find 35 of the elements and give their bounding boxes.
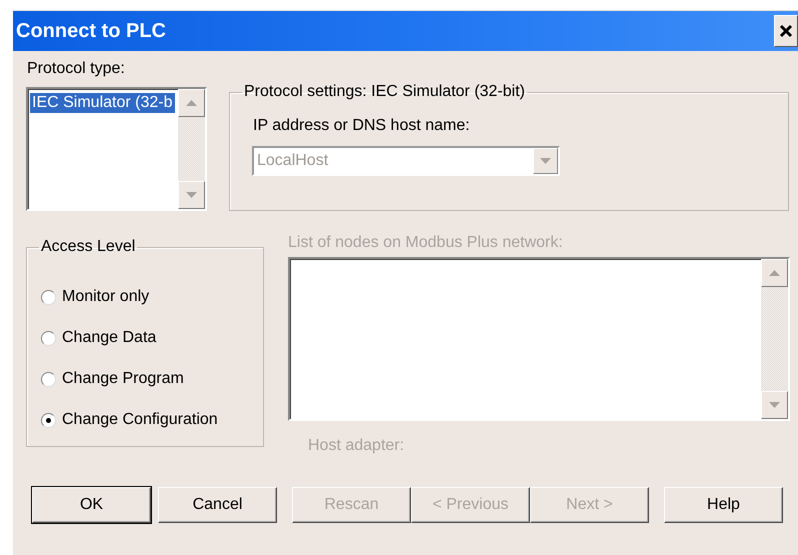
- down-arrow-icon: [769, 402, 780, 408]
- scroll-down-button[interactable]: [178, 181, 205, 209]
- up-arrow-icon: [186, 100, 197, 106]
- scroll-up-button[interactable]: [761, 259, 788, 287]
- radio-button[interactable]: [41, 412, 56, 428]
- dialog-button[interactable]: Cancel: [158, 487, 277, 523]
- field-label: Protocol type:: [26, 59, 126, 79]
- field-label: IP address or DNS host name:: [253, 116, 471, 136]
- radio-label[interactable]: Change Configuration: [62, 408, 218, 432]
- scroll-down-button[interactable]: [761, 391, 788, 419]
- scrollbar[interactable]: [761, 259, 788, 419]
- list-label: List of nodes on Modbus Plus network:: [288, 233, 564, 253]
- scroll-up-button[interactable]: [178, 89, 205, 117]
- scrollbar[interactable]: [178, 89, 205, 209]
- radio-button[interactable]: [41, 372, 56, 386]
- radio-label[interactable]: Monitor only: [62, 285, 150, 309]
- dialog-button[interactable]: Help: [664, 487, 783, 523]
- field-label: Host adapter:: [308, 436, 406, 456]
- up-arrow-icon: [769, 270, 780, 276]
- close-icon: [779, 24, 793, 38]
- group-title: Access Level: [40, 239, 136, 255]
- down-arrow-icon: [186, 192, 197, 198]
- list-item[interactable]: IEC Simulator (32-b: [30, 93, 174, 113]
- radio-button[interactable]: [41, 330, 56, 346]
- nodes-list[interactable]: [288, 257, 790, 421]
- down-arrow-icon: [540, 158, 551, 164]
- radio-label[interactable]: Change Program: [62, 367, 184, 391]
- dialog-button[interactable]: OK: [32, 487, 151, 523]
- protocol-list[interactable]: IEC Simulator (32-b: [26, 87, 207, 211]
- group-title: Protocol settings: IEC Simulator (32-bit): [243, 84, 526, 100]
- radio-label[interactable]: Change Data: [62, 326, 156, 350]
- field-value: LocalHost: [257, 151, 328, 171]
- window-title: Connect to PLC: [16, 19, 166, 44]
- radio-button[interactable]: [41, 290, 56, 304]
- close-button[interactable]: [774, 15, 798, 47]
